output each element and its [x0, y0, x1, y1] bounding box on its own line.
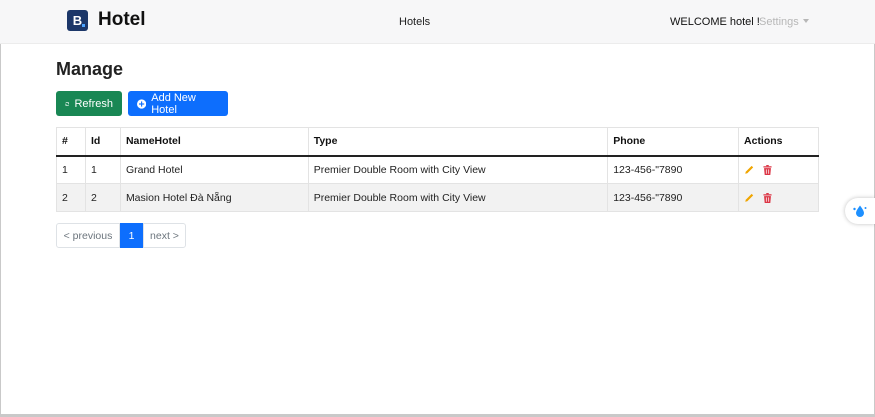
cell-phone: 123-456-"7890 [607, 183, 740, 212]
table-header-row: # Id NameHotel Type Phone Actions [56, 127, 819, 157]
hotels-table: # Id NameHotel Type Phone Actions 1 1 Gr… [56, 127, 819, 212]
cell-phone: 123-456-"7890 [607, 155, 740, 184]
chevron-down-icon [802, 19, 809, 23]
add-hotel-label: Add New Hotel [151, 91, 196, 116]
header-actions: Actions [738, 127, 819, 157]
pencil-icon[interactable] [744, 193, 754, 203]
previous-page-button[interactable]: < previous [56, 223, 120, 248]
brand-name: Hotel [98, 9, 146, 30]
brand-logo-dot [82, 23, 85, 27]
refresh-label: Refresh [74, 97, 113, 110]
brand-logo-letter: B [72, 12, 83, 28]
next-page-button[interactable]: next > [143, 223, 186, 248]
nav-link-hotels[interactable]: Hotels [399, 16, 430, 28]
floating-widget[interactable] [845, 198, 875, 224]
cell-id: 2 [84, 183, 121, 212]
cell-type: Premier Double Room with City View [307, 155, 609, 184]
cell-index: 2 [56, 183, 86, 212]
header-id[interactable]: Id [84, 127, 121, 157]
header-phone[interactable]: Phone [607, 127, 740, 157]
page-title: Manage [56, 59, 124, 79]
cell-id: 1 [84, 155, 121, 184]
header-type[interactable]: Type [307, 127, 609, 157]
cell-name: Grand Hotel [119, 155, 309, 184]
water-drop-icon [853, 205, 867, 217]
cell-actions [738, 183, 819, 212]
table-row: 2 2 Masion Hotel Đà Nẵng Premier Double … [56, 183, 819, 212]
header-index[interactable]: # [56, 127, 86, 157]
trash-icon[interactable] [763, 164, 772, 175]
refresh-button[interactable]: Refresh [56, 91, 122, 116]
trash-icon[interactable] [763, 192, 772, 203]
plus-circle-icon [137, 98, 147, 109]
welcome-text: WELCOME hotel ! [670, 16, 760, 28]
pencil-icon[interactable] [744, 165, 754, 175]
add-hotel-button[interactable]: Add New Hotel [128, 91, 228, 116]
cell-type: Premier Double Room with City View [307, 183, 609, 212]
settings-dropdown[interactable]: Settings [759, 16, 809, 28]
table-row: 1 1 Grand Hotel Premier Double Room with… [56, 155, 819, 184]
pagination: < previous 1 next > [56, 223, 186, 248]
header-name[interactable]: NameHotel [119, 127, 309, 157]
cell-actions [738, 155, 819, 184]
cell-index: 1 [56, 155, 86, 184]
refresh-icon [65, 101, 70, 106]
brand-logo: B [67, 9, 88, 31]
page-1-button[interactable]: 1 [120, 223, 143, 248]
cell-name: Masion Hotel Đà Nẵng [119, 183, 309, 212]
brand[interactable]: B Hotel [67, 9, 146, 31]
settings-label: Settings [759, 16, 799, 28]
navbar: B Hotel Hotels WELCOME hotel ! Settings [0, 0, 875, 44]
